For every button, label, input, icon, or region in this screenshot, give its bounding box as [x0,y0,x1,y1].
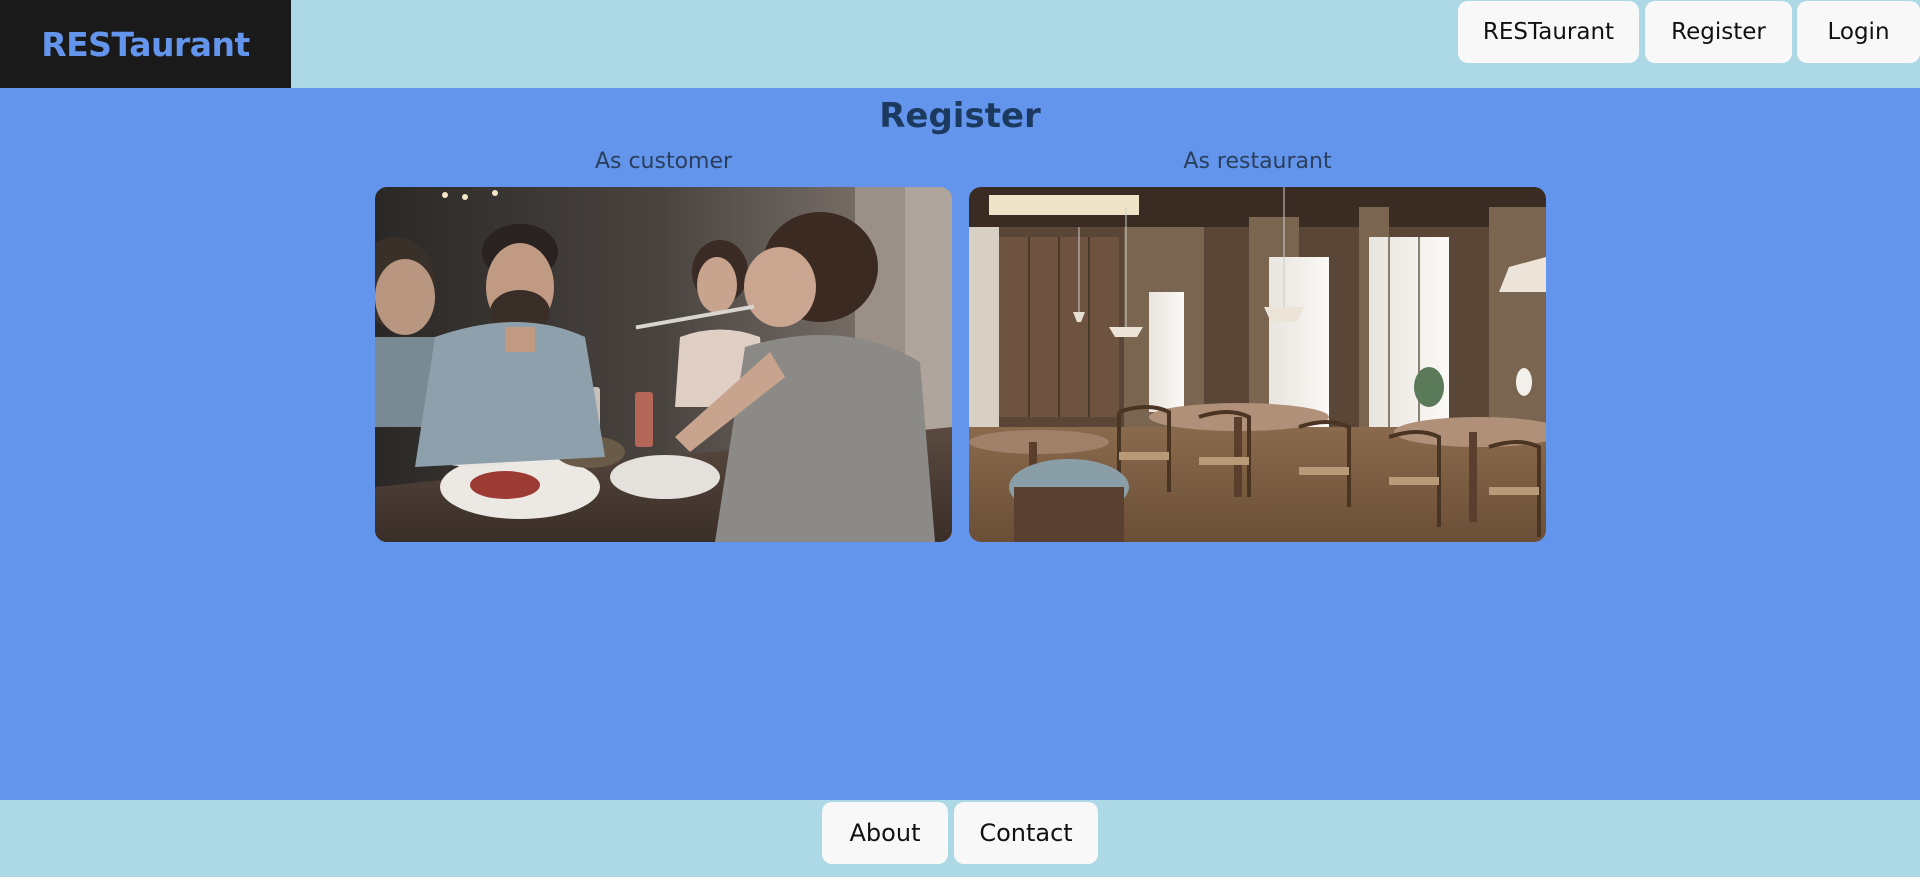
nav-restaurant-button[interactable]: RESTaurant [1458,1,1639,63]
top-nav-bar: RESTaurant RESTaurant Register Login [0,0,1920,88]
footer-about-button[interactable]: About [822,802,948,864]
brand-name: RESTaurant [41,24,250,64]
register-as-restaurant-card[interactable] [969,187,1546,542]
restaurant-interior-photo [969,187,1546,542]
restaurant-option-label: As restaurant [1183,149,1332,174]
nav-register-button[interactable]: Register [1645,1,1792,63]
people-dining-photo [375,187,952,542]
nav-login-button[interactable]: Login [1797,1,1920,63]
register-as-customer-card[interactable] [375,187,952,542]
footer-bar: About Contact [0,800,1920,877]
page-title: Register [879,96,1041,136]
footer-contact-button[interactable]: Contact [954,802,1098,864]
customer-option-label: As customer [594,149,733,174]
brand-logo[interactable]: RESTaurant [0,0,291,88]
